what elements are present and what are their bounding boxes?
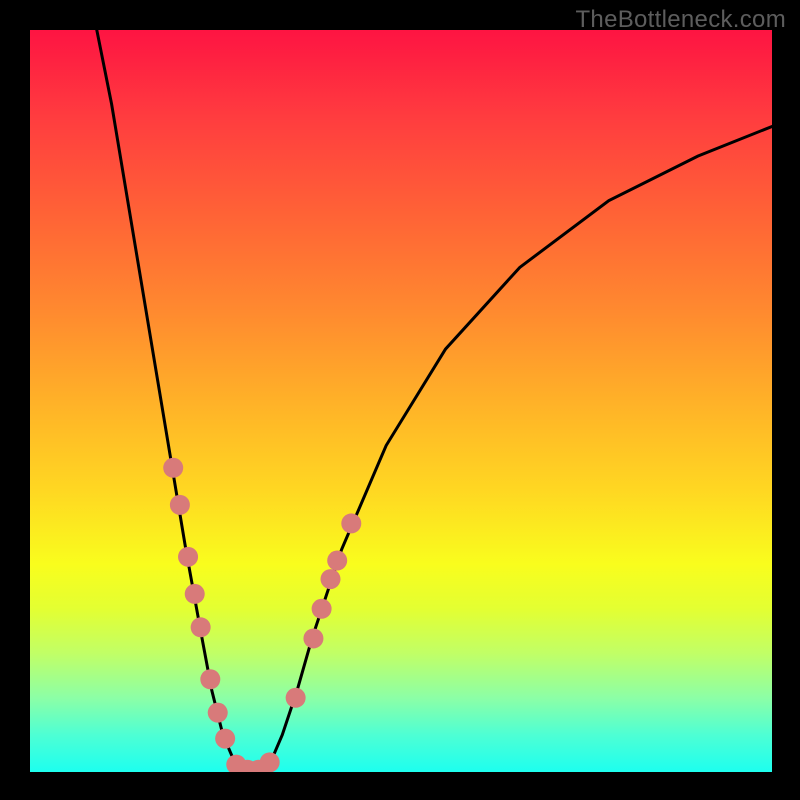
- data-point: [191, 617, 211, 637]
- data-point: [185, 584, 205, 604]
- data-point: [341, 513, 361, 533]
- data-point: [260, 752, 280, 772]
- curve-group: [97, 30, 772, 770]
- data-point: [178, 547, 198, 567]
- watermark-text: TheBottleneck.com: [575, 6, 786, 34]
- data-point: [170, 495, 190, 515]
- data-point: [303, 628, 323, 648]
- data-point: [312, 599, 332, 619]
- data-point: [327, 551, 347, 571]
- dots-group: [163, 458, 361, 772]
- data-point: [208, 703, 228, 723]
- data-point: [200, 669, 220, 689]
- chart-svg: [30, 30, 772, 772]
- v-curve-path: [97, 30, 772, 770]
- chart-frame: TheBottleneck.com: [0, 0, 800, 800]
- data-point: [321, 569, 341, 589]
- data-point: [163, 458, 183, 478]
- data-point: [215, 729, 235, 749]
- data-point: [286, 688, 306, 708]
